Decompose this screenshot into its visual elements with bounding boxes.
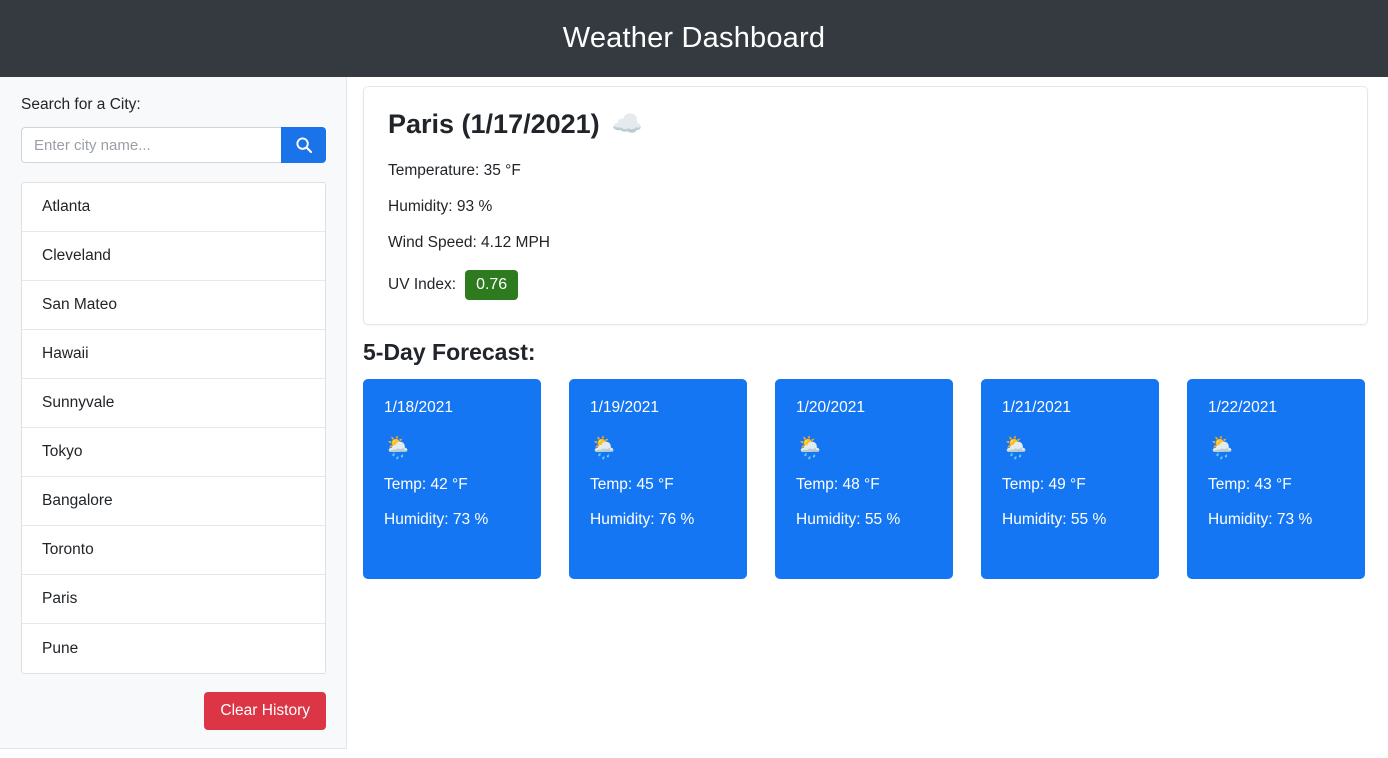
sidebar: Search for a City: Atlanta Cleveland San… bbox=[0, 77, 347, 749]
forecast-date: 1/19/2021 bbox=[590, 399, 659, 416]
list-item[interactable]: Pune bbox=[22, 624, 325, 673]
forecast-card: 1/19/2021 🌦️ Temp: 45 °F Humidity: 76 % bbox=[569, 379, 747, 579]
list-item[interactable]: Tokyo bbox=[22, 428, 325, 477]
list-item[interactable]: Atlanta bbox=[22, 183, 325, 232]
forecast-card: 1/21/2021 🌦️ Temp: 49 °F Humidity: 55 % bbox=[981, 379, 1159, 579]
content-area: Search for a City: Atlanta Cleveland San… bbox=[0, 77, 1388, 758]
app-header: Weather Dashboard bbox=[0, 0, 1388, 77]
current-temperature: Temperature: 35 °F bbox=[388, 162, 521, 179]
list-item[interactable]: Sunnyvale bbox=[22, 379, 325, 428]
list-item[interactable]: Hawaii bbox=[22, 330, 325, 379]
forecast-list: 1/18/2021 🌦️ Temp: 42 °F Humidity: 73 % … bbox=[363, 379, 1368, 579]
forecast-humidity: Humidity: 55 % bbox=[796, 511, 901, 528]
search-label: Search for a City: bbox=[21, 96, 141, 113]
forecast-card: 1/20/2021 🌦️ Temp: 48 °F Humidity: 55 % bbox=[775, 379, 953, 579]
forecast-humidity: Humidity: 55 % bbox=[1002, 511, 1107, 528]
list-item[interactable]: Bangalore bbox=[22, 477, 325, 526]
current-wind-speed: Wind Speed: 4.12 MPH bbox=[388, 234, 550, 251]
forecast-temp: Temp: 42 °F bbox=[384, 476, 468, 493]
list-item[interactable]: Cleveland bbox=[22, 232, 325, 281]
list-item[interactable]: Toronto bbox=[22, 526, 325, 575]
forecast-date: 1/20/2021 bbox=[796, 399, 865, 416]
forecast-humidity: Humidity: 73 % bbox=[1208, 511, 1313, 528]
forecast-temp: Temp: 49 °F bbox=[1002, 476, 1086, 493]
current-city-title: Paris (1/17/2021) bbox=[388, 109, 600, 139]
search-icon bbox=[295, 136, 313, 154]
forecast-temp: Temp: 48 °F bbox=[796, 476, 880, 493]
clear-history-row: Clear History bbox=[21, 692, 326, 730]
search-button[interactable] bbox=[281, 127, 326, 163]
current-weather-card: Paris (1/17/2021) ☁️ Temperature: 35 °F … bbox=[363, 86, 1368, 325]
sun-behind-rain-cloud-icon: 🌦️ bbox=[796, 435, 824, 460]
list-item[interactable]: Paris bbox=[22, 575, 325, 624]
forecast-card: 1/22/2021 🌦️ Temp: 43 °F Humidity: 73 % bbox=[1187, 379, 1365, 579]
main-panel: Paris (1/17/2021) ☁️ Temperature: 35 °F … bbox=[347, 77, 1388, 579]
forecast-heading: 5-Day Forecast: bbox=[363, 339, 536, 365]
city-history-list: Atlanta Cleveland San Mateo Hawaii Sunny… bbox=[21, 182, 326, 674]
weather-dashboard-app: Weather Dashboard Search for a City: Atl… bbox=[0, 0, 1388, 758]
current-uv-index: UV Index: 0.76 bbox=[388, 270, 1343, 300]
current-humidity: Humidity: 93 % bbox=[388, 198, 493, 215]
sun-behind-rain-cloud-icon: 🌦️ bbox=[384, 435, 412, 460]
search-input[interactable] bbox=[21, 127, 281, 163]
sun-behind-rain-cloud-icon: 🌦️ bbox=[1208, 435, 1236, 460]
forecast-date: 1/18/2021 bbox=[384, 399, 453, 416]
forecast-temp: Temp: 45 °F bbox=[590, 476, 674, 493]
sun-behind-rain-cloud-icon: 🌦️ bbox=[1002, 435, 1030, 460]
clear-history-button[interactable]: Clear History bbox=[204, 692, 326, 730]
current-weather-header: Paris (1/17/2021) ☁️ bbox=[388, 109, 1343, 140]
status-badge: 0.76 bbox=[465, 270, 519, 300]
cloud-icon: ☁️ bbox=[611, 110, 643, 138]
search-form bbox=[21, 127, 326, 163]
forecast-temp: Temp: 43 °F bbox=[1208, 476, 1292, 493]
uv-index-label: UV Index: bbox=[388, 276, 457, 293]
sun-behind-rain-cloud-icon: 🌦️ bbox=[590, 435, 618, 460]
forecast-humidity: Humidity: 76 % bbox=[590, 511, 695, 528]
forecast-card: 1/18/2021 🌦️ Temp: 42 °F Humidity: 73 % bbox=[363, 379, 541, 579]
forecast-date: 1/21/2021 bbox=[1002, 399, 1071, 416]
page-title: Weather Dashboard bbox=[562, 22, 826, 54]
forecast-humidity: Humidity: 73 % bbox=[384, 511, 489, 528]
forecast-date: 1/22/2021 bbox=[1208, 399, 1277, 416]
list-item[interactable]: San Mateo bbox=[22, 281, 325, 330]
